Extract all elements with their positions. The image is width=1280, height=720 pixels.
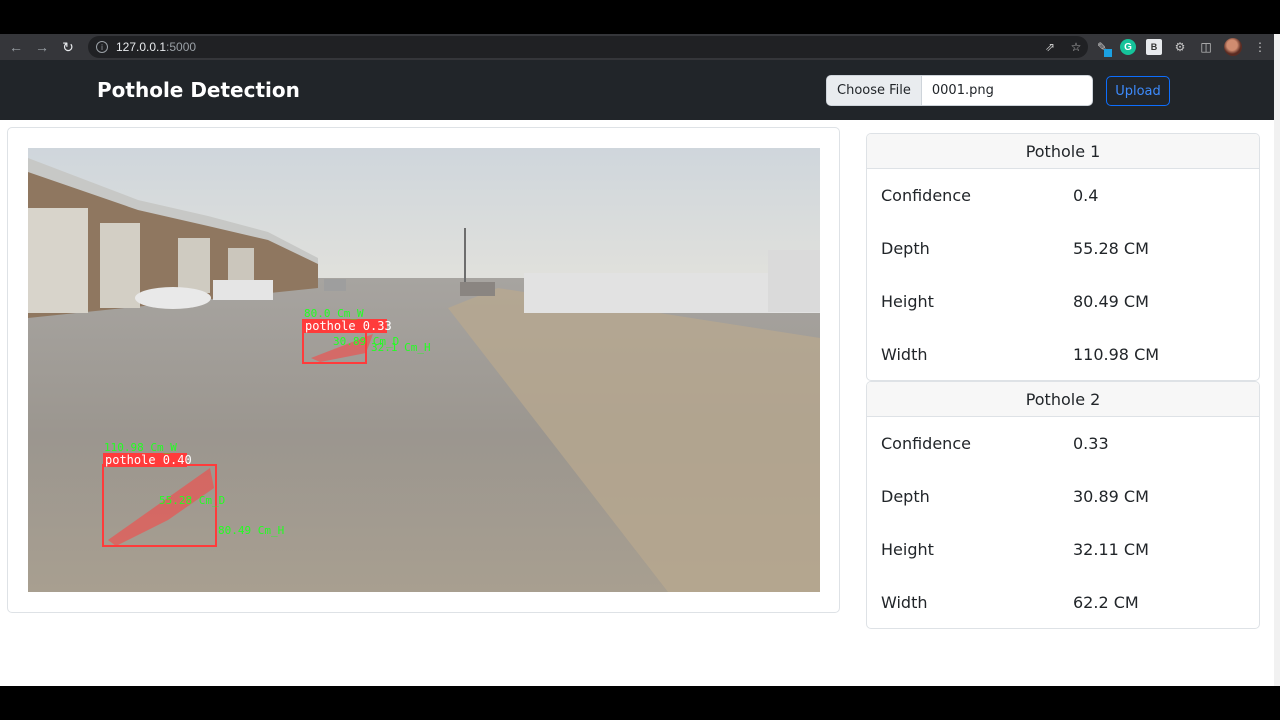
table-row: Height 32.11 CM	[867, 523, 1259, 576]
pothole-label-large: pothole 0.40	[105, 453, 192, 467]
right-building	[768, 250, 820, 312]
page-scrollbar[interactable]	[1274, 34, 1280, 686]
pothole-card-1: Pothole 1 Confidence 0.4 Depth 55.28 CM He…	[866, 133, 1260, 381]
row-value: 110.98 CM	[1073, 345, 1160, 364]
row-label: Height	[881, 292, 934, 311]
star-icon[interactable]: ☆	[1068, 39, 1084, 55]
table-row: Depth 30.89 CM	[867, 470, 1259, 523]
distant-building	[324, 279, 346, 291]
row-value: 32.11 CM	[1073, 540, 1149, 559]
address-bar[interactable]: i 127.0.0.1:5000	[88, 36, 1088, 58]
bottom-black-bar	[0, 686, 1280, 720]
parked-van	[213, 280, 273, 300]
file-input[interactable]: Choose File 0001.png	[826, 75, 1093, 106]
file-name: 0001.png	[931, 83, 994, 98]
browser-nav: ← → ↻	[0, 37, 78, 57]
sidebar-icon[interactable]: ◫	[1198, 39, 1214, 55]
distant-car	[460, 282, 495, 296]
table-row: Height 80.49 CM	[867, 275, 1259, 328]
share-icon[interactable]: ⇗	[1042, 39, 1058, 55]
row-label: Width	[881, 345, 928, 364]
browser-toolbar: ← → ↻ i 127.0.0.1:5000 ⇗ ☆ ✎ G B ⚙ ◫ ⋮	[0, 34, 1280, 60]
forward-icon[interactable]: →	[32, 37, 52, 57]
brand-title[interactable]: Pothole Detection	[97, 78, 300, 102]
road-scene: pothole 0.33 80.0 Cm_W 30.89 Cm_D 32.1 C…	[28, 148, 820, 592]
upload-button[interactable]: Upload	[1106, 76, 1170, 106]
reload-icon[interactable]: ↻	[58, 37, 78, 57]
pothole-card-title: Pothole 1	[867, 134, 1259, 169]
back-icon[interactable]: ←	[6, 37, 26, 57]
table-row: Confidence 0.33	[867, 417, 1259, 470]
pothole-width-large: 110.98 Cm_W	[104, 441, 177, 454]
choose-file-button[interactable]: Choose File	[827, 76, 922, 105]
row-label: Height	[881, 540, 934, 559]
row-label: Depth	[881, 239, 930, 258]
result-image: pothole 0.33 80.0 Cm_W 30.89 Cm_D 32.1 C…	[28, 148, 820, 592]
parked-car	[135, 287, 211, 309]
b-extension-icon[interactable]: B	[1146, 39, 1162, 55]
table-row: Confidence 0.4	[867, 169, 1259, 222]
pen-extension-icon[interactable]: ✎	[1094, 39, 1112, 57]
row-value: 55.28 CM	[1073, 239, 1149, 258]
warehouse-door-3	[178, 238, 210, 293]
url-host: 127.0.0.1	[116, 40, 167, 54]
table-row: Width 110.98 CM	[867, 328, 1259, 380]
browser-icons: ⇗ ☆ ✎ G B ⚙ ◫ ⋮	[1042, 34, 1280, 60]
pothole-label-small: pothole 0.33	[305, 319, 392, 333]
top-black-bar	[0, 0, 1280, 34]
row-value: 0.4	[1073, 186, 1099, 205]
site-info-icon[interactable]: i	[96, 41, 108, 53]
row-value: 62.2 CM	[1073, 593, 1139, 612]
pothole-card-2: Pothole 2 Confidence 0.33 Depth 30.89 CM H…	[866, 381, 1260, 629]
page-content: pothole 0.33 80.0 Cm_W 30.89 Cm_D 32.1 C…	[0, 120, 1274, 686]
pothole-details-table: Confidence 0.4 Depth 55.28 CM Height 80.49 …	[867, 169, 1259, 380]
url-port: :5000	[166, 40, 197, 54]
pothole-details-table: Confidence 0.33 Depth 30.89 CM Height 32.11…	[867, 417, 1259, 628]
row-value: 80.49 CM	[1073, 292, 1149, 311]
pothole-height-small: 32.1 Cm_H	[371, 341, 431, 354]
table-row: Width 62.2 CM	[867, 576, 1259, 628]
grammarly-icon[interactable]: G	[1120, 39, 1136, 55]
result-image-card: pothole 0.33 80.0 Cm_W 30.89 Cm_D 32.1 C…	[7, 127, 840, 613]
row-label: Confidence	[881, 186, 971, 205]
row-label: Depth	[881, 487, 930, 506]
avatar[interactable]	[1224, 38, 1242, 56]
warehouse-door-1	[28, 208, 88, 313]
row-label: Width	[881, 593, 928, 612]
pothole-height-large: 80.49 Cm_H	[218, 524, 284, 537]
puzzle-icon[interactable]: ⚙	[1172, 39, 1188, 55]
table-row: Depth 55.28 CM	[867, 222, 1259, 275]
pothole-card-title: Pothole 2	[867, 382, 1259, 417]
row-value: 0.33	[1073, 434, 1109, 453]
pothole-depth-large: 55.28 Cm_D	[159, 494, 225, 507]
warehouse-door-2	[100, 223, 140, 308]
kebab-menu-icon[interactable]: ⋮	[1252, 39, 1268, 55]
pothole-width-small: 80.0 Cm_W	[304, 307, 364, 320]
row-label: Confidence	[881, 434, 971, 453]
row-value: 30.89 CM	[1073, 487, 1149, 506]
